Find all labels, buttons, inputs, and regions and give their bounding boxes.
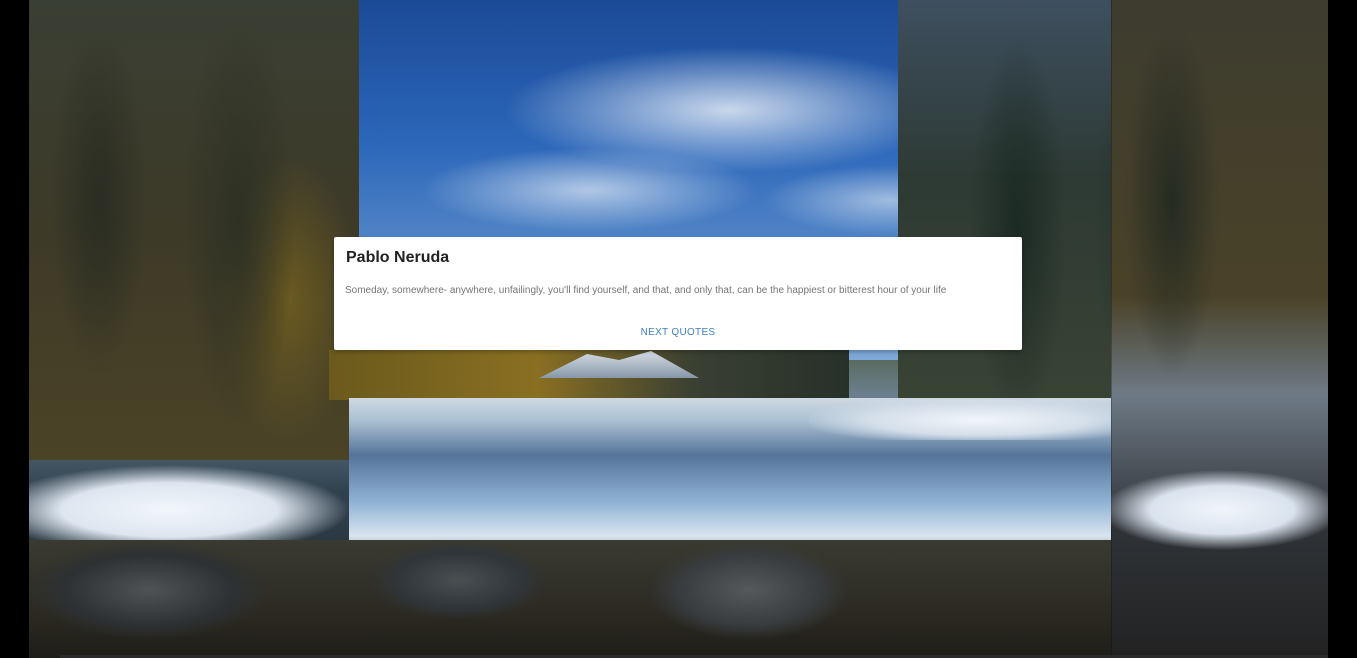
snow-left [29, 465, 359, 550]
quote-text: Someday, somewhere- anywhere, unfailingl… [345, 285, 947, 296]
snow-right [809, 400, 1139, 440]
forest-left [29, 0, 359, 460]
background-right-panel [1111, 0, 1328, 658]
page: Pablo Neruda Someday, somewhere- anywher… [0, 0, 1357, 658]
quote-card: Pablo Neruda Someday, somewhere- anywher… [334, 237, 1022, 350]
next-quotes-button[interactable]: NEXT QUOTES [334, 327, 1022, 338]
quote-author: Pablo Neruda [346, 249, 450, 266]
